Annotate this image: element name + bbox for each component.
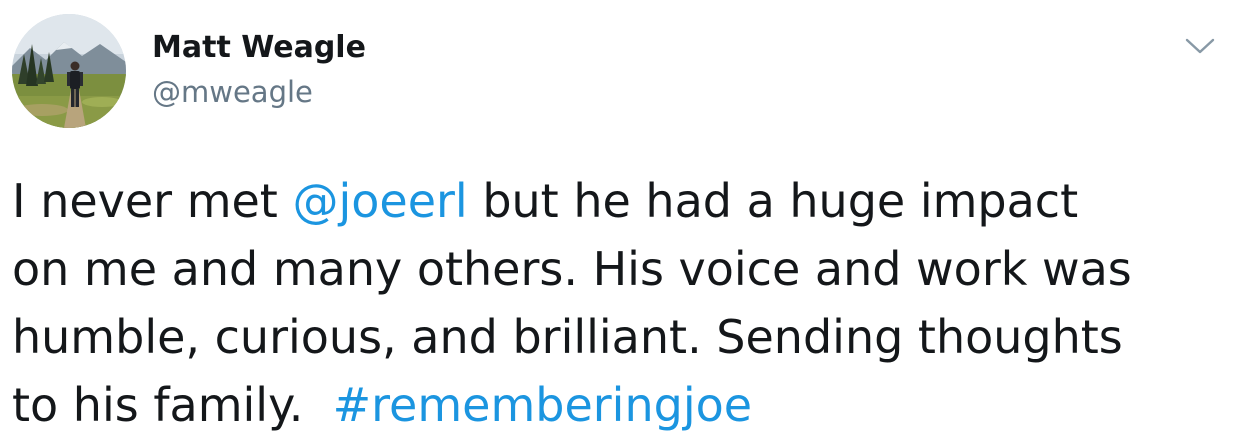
handle[interactable]: @mweagle <box>152 70 366 114</box>
author-block[interactable]: Matt Weagle @mweagle <box>152 26 366 114</box>
tweet-card: Matt Weagle @mweagle I never met @joeerl… <box>0 0 1235 445</box>
tweet-text-segment: I never met <box>12 174 293 228</box>
hashtag-link[interactable]: #rememberingjoe <box>333 378 752 432</box>
tweet-text-segment: but he had a huge impact <box>467 174 1079 228</box>
tweet-line-2: on me and many others. His voice and wor… <box>12 242 1132 296</box>
avatar-photo <box>12 14 126 128</box>
mention-link[interactable]: @joeerl <box>292 174 467 228</box>
tweet-line-4: to his family. #rememberingjoe <box>12 371 1222 439</box>
tweet-line-3: humble, curious, and brilliant. Sending … <box>12 310 1123 364</box>
tweet-line-1: I never met @joeerl but he had a huge im… <box>12 167 1222 235</box>
tweet-text: I never met @joeerl but he had a huge im… <box>12 167 1222 439</box>
display-name[interactable]: Matt Weagle <box>152 26 366 70</box>
chevron-down-icon <box>1185 38 1215 54</box>
tweet-text-segment: to his family. <box>12 378 333 432</box>
avatar[interactable] <box>12 14 126 128</box>
tweet-menu-button[interactable] <box>1180 30 1220 60</box>
